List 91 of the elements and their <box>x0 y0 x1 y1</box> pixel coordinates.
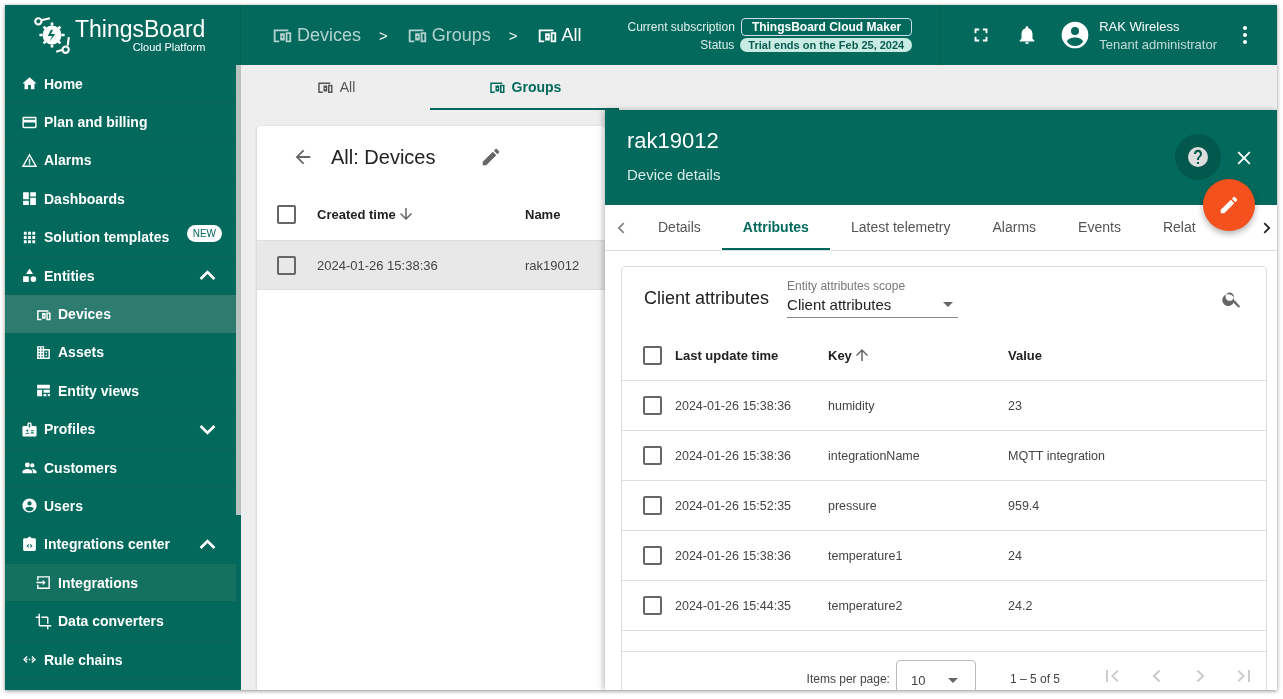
nav-icon <box>21 151 38 169</box>
nav-icon <box>21 497 38 515</box>
user-name: RAK Wireless <box>1099 18 1181 34</box>
table-cell-text: 2024-01-26 15:38:36 <box>675 548 793 563</box>
table-cell-text: integrationName <box>828 448 921 463</box>
table-row[interactable]: 2024-01-26 15:38:36 rak19012 <box>257 241 605 290</box>
items-per-page-label: Items per page: <box>806 672 890 686</box>
page-range: 1 – 5 of 5 <box>1009 672 1060 686</box>
column-header[interactable]: Last update time <box>675 347 828 363</box>
breadcrumb-link[interactable]: Groups <box>405 24 491 46</box>
checkbox[interactable] <box>643 345 662 365</box>
table-cell: 24.2 <box>1008 598 1033 613</box>
table-cell-text: 2024-01-26 15:38:36 <box>675 448 793 463</box>
nav-icon <box>21 267 38 285</box>
breadcrumb-separator: > <box>379 26 388 44</box>
column-header[interactable]: Value <box>1008 347 1042 363</box>
group-tab[interactable]: Groups <box>430 65 619 110</box>
checkbox[interactable] <box>643 446 662 465</box>
chevron-left-icon <box>1151 669 1161 683</box>
table-cell: 23 <box>1008 398 1022 413</box>
nav-icon <box>21 420 38 438</box>
nav-icon <box>35 343 52 361</box>
checkbox[interactable] <box>643 396 662 415</box>
details-tab[interactable]: Relat <box>1141 205 1196 250</box>
attributes-title: Client attributes <box>644 288 770 309</box>
device-title: rak19012 <box>627 128 720 154</box>
scope-select[interactable]: Entity attributes scope Client attributes <box>787 279 959 318</box>
table-cell-text: pressure <box>828 498 878 513</box>
sidebar-subitem[interactable]: Devices <box>5 295 236 334</box>
last-page-icon <box>1237 669 1251 683</box>
checkbox[interactable] <box>643 546 662 565</box>
table-cell-text: temperature2 <box>828 598 904 613</box>
logo-subtitle: Cloud Platform <box>132 41 206 53</box>
nav-icon <box>21 190 38 208</box>
help-icon <box>1186 145 1210 169</box>
details-tab[interactable]: Alarms <box>971 205 1058 250</box>
dropdown-icon <box>943 302 954 307</box>
edit-fab[interactable] <box>1203 179 1255 231</box>
dropdown-icon <box>947 677 958 683</box>
checkbox[interactable] <box>643 496 662 515</box>
table-cell-text: humidity <box>828 398 876 413</box>
nav-icon <box>35 574 52 592</box>
device-subtitle: Device details <box>627 166 722 183</box>
table-cell: 959.4 <box>1008 498 1040 513</box>
sidebar-item[interactable]: Users <box>5 487 236 526</box>
column-header[interactable]: Key <box>828 347 1008 363</box>
plan-badge: ThingsBoard Cloud Maker <box>740 18 913 36</box>
details-tab[interactable]: Attributes <box>721 205 830 250</box>
sidebar-item[interactable]: Profiles <box>5 410 236 449</box>
details-tab[interactable]: Events <box>1057 205 1142 250</box>
checkbox[interactable] <box>277 204 296 224</box>
sidebar-subitem[interactable]: Data converters <box>5 602 236 641</box>
help-button[interactable] <box>1175 134 1221 180</box>
checkbox[interactable] <box>643 596 662 615</box>
chevron-right-icon <box>1195 669 1205 683</box>
table-cell-text: 2024-01-26 15:52:35 <box>675 498 793 513</box>
sidebar-item[interactable]: Dashboards <box>5 180 236 219</box>
sidebar-subitem[interactable]: Integrations <box>5 564 236 603</box>
group-title: All: Devices <box>331 145 436 169</box>
logo-icon <box>31 14 73 56</box>
pencil-icon <box>1218 194 1240 216</box>
checkbox[interactable] <box>277 255 296 275</box>
nav-icon <box>35 612 52 630</box>
more-icon <box>1242 25 1248 45</box>
status-badge: Trial ends on the Feb 25, 2024 <box>740 38 913 52</box>
subscription-label: Current subscription <box>627 20 735 34</box>
sidebar-item[interactable]: Solution templates NEW <box>5 218 236 257</box>
user-role: Tenant administrator <box>1099 36 1217 52</box>
column-header[interactable]: Created time <box>317 206 525 222</box>
table-cell-text: 2024-01-26 15:44:35 <box>675 598 793 613</box>
group-tab[interactable]: All <box>241 65 430 110</box>
sidebar-item[interactable]: Rule chains <box>5 640 236 680</box>
table-cell-text: 2024-01-26 15:38:36 <box>675 398 793 413</box>
breadcrumb-link[interactable]: Devices <box>271 24 362 46</box>
table-cell-text: rak19012 <box>525 257 581 273</box>
table-cell-text: temperature1 <box>828 548 904 563</box>
breadcrumb-link[interactable]: All <box>535 24 582 46</box>
chevron-left-icon <box>617 221 625 234</box>
page-size-select[interactable]: 10 <box>895 660 976 690</box>
first-page-icon <box>1105 669 1119 683</box>
breadcrumb-separator: > <box>508 26 518 44</box>
chevron-right-icon <box>1263 221 1271 234</box>
details-tab[interactable]: Latest telemetry <box>829 205 972 250</box>
new-badge: NEW <box>186 224 222 242</box>
status-label: Status <box>700 38 735 52</box>
table-cell: 24 <box>1008 548 1022 563</box>
column-header[interactable]: Name <box>525 206 595 222</box>
nav-icon <box>21 535 38 553</box>
table-cell-text: 2024-01-26 15:38:36 <box>317 257 439 273</box>
details-tab[interactable]: Details <box>637 205 722 250</box>
table-cell: MQTT integration <box>1008 448 1106 463</box>
